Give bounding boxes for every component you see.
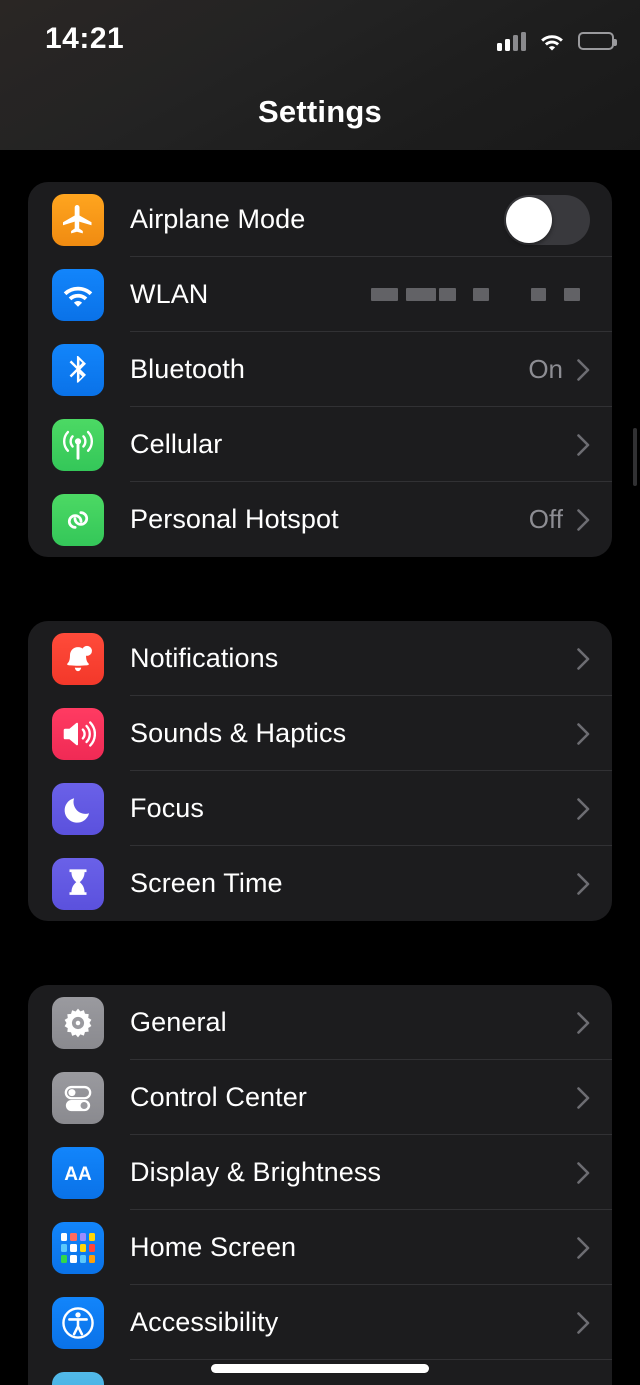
- wlan-value-redacted: [371, 288, 580, 301]
- chevron-right-icon: [577, 797, 590, 820]
- settings-row-focus[interactable]: Focus: [28, 771, 612, 846]
- cellular-antenna-icon: [52, 418, 104, 471]
- chevron-right-icon: [577, 1161, 590, 1184]
- settings-group-alerts: Notifications Sounds & Haptics Focus Scr…: [28, 621, 612, 921]
- settings-row-label: Airplane Mode: [130, 204, 306, 234]
- status-bar-time: 14:21: [45, 22, 125, 55]
- speaker-waves-icon: [52, 707, 104, 760]
- chevron-right-icon: [577, 433, 590, 456]
- settings-row-label: Display & Brightness: [130, 1157, 382, 1187]
- settings-scroll-view[interactable]: Airplane Mode WLAN Bluetooth On Cellular…: [0, 150, 640, 1385]
- settings-row-general[interactable]: General: [28, 985, 612, 1060]
- settings-row-home-screen[interactable]: Home Screen: [28, 1210, 612, 1285]
- wifi-icon: [52, 268, 104, 321]
- settings-row-label: WLAN: [130, 279, 209, 309]
- settings-row-bluetooth[interactable]: Bluetooth On: [28, 332, 612, 407]
- chevron-right-icon: [577, 1011, 590, 1034]
- settings-row-label: Home Screen: [130, 1232, 297, 1262]
- settings-row-notifications[interactable]: Notifications: [28, 621, 612, 696]
- settings-row-value: Off: [528, 504, 563, 534]
- settings-row-label: Sounds & Haptics: [130, 718, 347, 748]
- settings-row-label: Notifications: [130, 643, 279, 673]
- gear-icon: [52, 996, 104, 1049]
- chevron-right-icon: [577, 1086, 590, 1109]
- scroll-indicator[interactable]: [633, 428, 637, 486]
- hourglass-icon: [52, 857, 104, 910]
- toggle-knob: [506, 196, 552, 243]
- settings-row-label: Bluetooth: [130, 354, 245, 384]
- settings-row-label: General: [130, 1007, 227, 1037]
- status-bar-indicators: [497, 28, 617, 54]
- chevron-right-icon: [577, 647, 590, 670]
- settings-row-label: Screen Time: [130, 868, 283, 898]
- chevron-right-icon: [577, 872, 590, 895]
- settings-row-label: Focus: [130, 793, 205, 823]
- wifi-icon: [539, 32, 565, 51]
- bell-icon: [52, 632, 104, 685]
- settings-row-value: On: [528, 354, 563, 384]
- hotspot-link-icon: [52, 493, 104, 546]
- chevron-right-icon: [577, 1311, 590, 1334]
- settings-row-label: Control Center: [130, 1082, 307, 1112]
- app-grid-icon: [52, 1221, 104, 1274]
- chevron-right-icon: [577, 508, 590, 531]
- app-grid-dots: [61, 1232, 95, 1263]
- home-indicator[interactable]: [211, 1364, 429, 1373]
- settings-row-sounds-haptics[interactable]: Sounds & Haptics: [28, 696, 612, 771]
- svg-text:AA: AA: [64, 1164, 92, 1185]
- chevron-right-icon: [577, 1236, 590, 1259]
- settings-row-control-center[interactable]: Control Center: [28, 1060, 612, 1135]
- settings-row-display-brightness[interactable]: AA Display & Brightness: [28, 1135, 612, 1210]
- settings-row-personal-hotspot[interactable]: Personal Hotspot Off: [28, 482, 612, 557]
- settings-group-system: General Control Center AA Display & Brig…: [28, 985, 612, 1385]
- toggles-icon: [52, 1071, 104, 1124]
- settings-row-cellular[interactable]: Cellular: [28, 407, 612, 482]
- settings-row-label: Cellular: [130, 429, 223, 459]
- wallpaper-flower-icon: [52, 1371, 104, 1385]
- moon-icon: [52, 782, 104, 835]
- page-title: Settings: [258, 94, 382, 129]
- settings-row-airplane-mode[interactable]: Airplane Mode: [28, 182, 612, 257]
- settings-row-wlan[interactable]: WLAN: [28, 257, 612, 332]
- cellular-bars-icon: [497, 31, 526, 51]
- settings-row-label: Accessibility: [130, 1307, 279, 1337]
- text-size-aa-icon: AA: [52, 1146, 104, 1199]
- airplane-icon: [52, 193, 104, 246]
- accessibility-person-icon: [52, 1296, 104, 1349]
- settings-group-connectivity: Airplane Mode WLAN Bluetooth On Cellular…: [28, 182, 612, 557]
- chevron-right-icon: [577, 358, 590, 381]
- bluetooth-icon: [52, 343, 104, 396]
- settings-row-accessibility[interactable]: Accessibility: [28, 1285, 612, 1360]
- battery-icon: [578, 32, 617, 50]
- settings-row-screen-time[interactable]: Screen Time: [28, 846, 612, 921]
- airplane-mode-toggle[interactable]: [504, 194, 590, 245]
- chevron-right-icon: [577, 722, 590, 745]
- settings-row-label: Personal Hotspot: [130, 504, 339, 534]
